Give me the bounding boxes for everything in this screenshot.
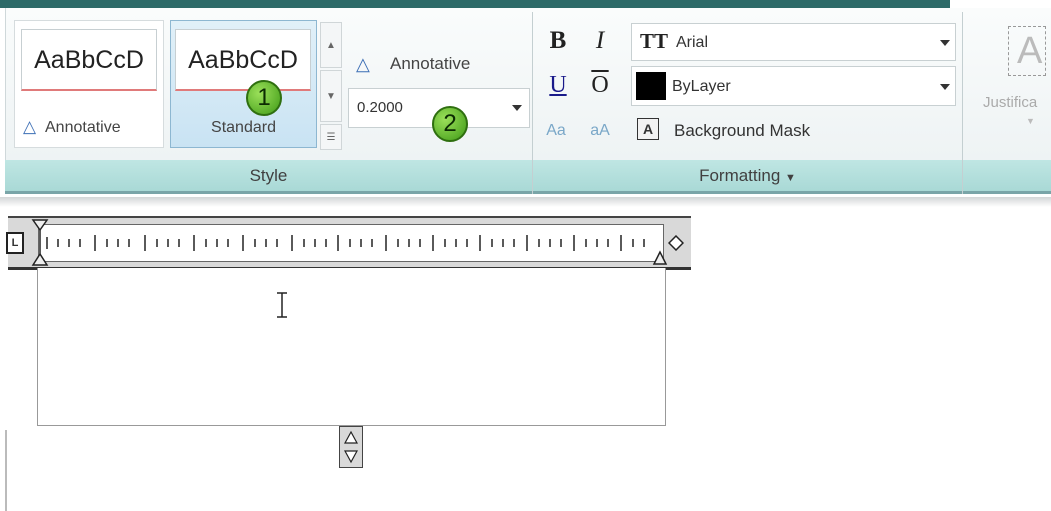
justification-glyph: A [1017,30,1043,72]
style-sample: AaBbCcD [21,29,157,91]
panel-separator [962,12,963,194]
lowercase-button[interactable]: Aa [541,114,571,148]
gallery-scroll-down-button[interactable]: ▼ [320,70,342,122]
indent-marker-icon[interactable] [30,218,50,268]
background-mask-label[interactable]: Background Mask [674,121,810,141]
ruler-scale[interactable] [38,224,664,262]
annotative-icon: △ [356,54,370,74]
callout-1: 1 [246,80,282,116]
text-cursor-icon [277,292,287,318]
ruler-tab-marker[interactable]: L [6,232,24,254]
formatting-panel-title[interactable]: Formatting ▼ [533,162,962,190]
style-item-label: Standard [211,119,276,136]
gallery-expand-button[interactable]: ☰ [320,124,342,150]
bold-button[interactable]: B [543,24,573,58]
callout-2: 2 [432,106,468,142]
chevron-down-icon [940,40,950,46]
ribbon-top-border [0,0,950,8]
right-indent-marker-icon[interactable] [652,250,668,266]
height-resize-handle[interactable] [339,426,363,468]
uppercase-button[interactable]: aA [585,114,615,148]
color-name: ByLayer [672,78,731,95]
ruler-ticks [46,235,645,251]
text-height-value: 0.2000 [357,99,403,116]
gallery-scroll-up-button[interactable]: ▲ [320,22,342,68]
ribbon-shadow [0,197,1051,207]
chevron-down-icon [940,84,950,90]
justification-label[interactable]: Justifica [983,94,1037,111]
background-mask-icon[interactable]: A [637,118,659,140]
chevron-down-icon: ▼ [785,172,796,184]
annotative-toggle-label[interactable]: Annotative [390,54,470,74]
chevron-down-icon [512,105,522,111]
overline-button[interactable]: O [585,68,615,102]
style-gallery-item-standard[interactable]: AaBbCcD Standard [170,20,317,148]
font-name: Arial [676,34,709,51]
style-panel-title: Style [249,166,288,185]
color-dropdown[interactable]: ByLayer [631,66,956,106]
formatting-title-label: Formatting [699,166,781,185]
color-swatch [636,72,666,100]
font-dropdown[interactable]: TT Arial [631,23,956,61]
annotative-icon: △ [23,117,37,136]
italic-button[interactable]: I [585,24,615,58]
style-gallery-item-annotative[interactable]: AaBbCcD △ Annotative [14,20,164,148]
mtext-editor-area[interactable] [37,268,666,426]
style-sample: AaBbCcD [175,29,311,91]
drawing-edge-line [5,430,7,511]
resize-arrows-icon [343,430,359,464]
style-item-label: Annotative [45,119,121,136]
underline-button[interactable]: U [543,68,573,102]
truetype-font-icon: TT [640,29,669,53]
justification-icon[interactable]: A [1008,26,1046,76]
width-handle-icon[interactable] [668,235,684,251]
chevron-down-icon: ▼ [1026,116,1035,126]
